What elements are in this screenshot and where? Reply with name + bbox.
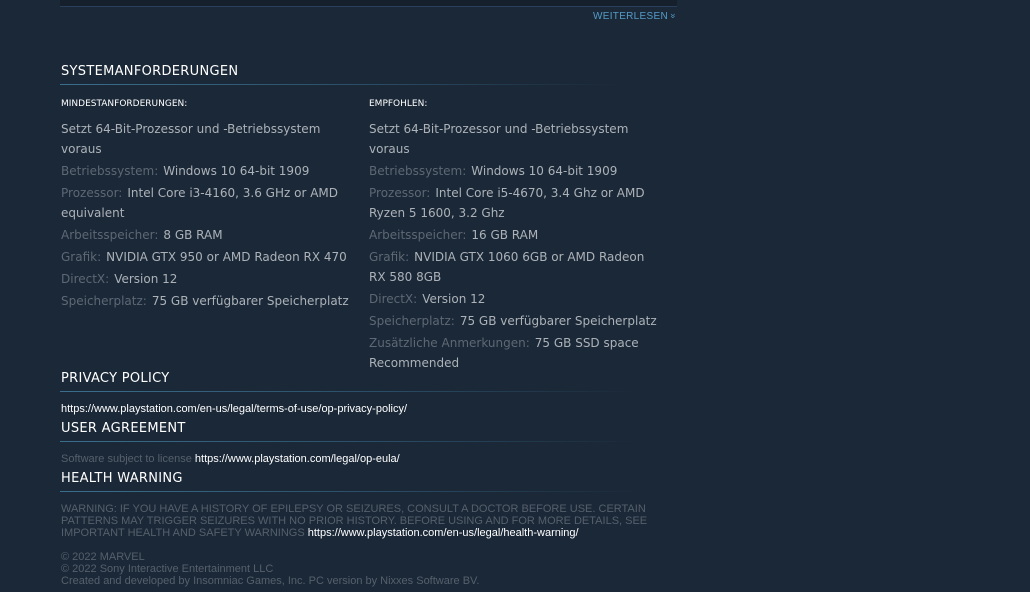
game-page-details: WEITERLESEN» SYSTEMANFORDERUNGEN MINDEST…	[0, 0, 1030, 592]
health-warning-line: WARNING: IF YOU HAVE A HISTORY OF EPILEP…	[61, 503, 646, 515]
recommended-directx-label: DirectX:	[369, 292, 418, 306]
recommended-graphics-label: Grafik:	[369, 250, 410, 264]
minimum-memory-row: Arbeitsspeicher: 8 GB RAM	[61, 225, 361, 245]
minimum-64bit-note: Setzt 64-Bit-Prozessor und -Betriebssyst…	[61, 119, 361, 159]
recommended-graphics-value: NVIDIA GTX 1060 6GB or AMD Radeon RX 580…	[369, 250, 645, 284]
minimum-storage-value: 75 GB verfügbarer Speicherplatz	[151, 294, 349, 308]
copyright-block: © 2022 MARVEL © 2022 Sony Interactive En…	[61, 551, 479, 587]
minimum-processor-row: Prozessor: Intel Core i3-4160, 3.6 GHz or…	[61, 183, 361, 223]
health-warning-text: WARNING: IF YOU HAVE A HISTORY OF EPILEP…	[61, 503, 647, 539]
minimum-requirements-column: MINDESTANFORDERUNGEN: Setzt 64-Bit-Proze…	[61, 99, 361, 313]
recommended-memory-label: Arbeitsspeicher:	[369, 228, 467, 242]
recommended-os-row: Betriebssystem: Windows 10 64-bit 1909	[369, 161, 664, 181]
minimum-graphics-value: NVIDIA GTX 950 or AMD Radeon RX 470	[106, 250, 347, 264]
minimum-directx-value: Version 12	[114, 272, 178, 286]
privacy-policy-text: https://www.playstation.com/en-us/legal/…	[61, 403, 407, 415]
system-requirements-title: SYSTEMANFORDERUNGEN	[61, 64, 239, 79]
recommended-memory-row: Arbeitsspeicher: 16 GB RAM	[369, 225, 664, 245]
health-warning-title: HEALTH WARNING	[61, 471, 183, 486]
minimum-directx-row: DirectX: Version 12	[61, 269, 361, 289]
health-warning-line: PATTERNS MAY TRIGGER SEIZURES WITH NO PR…	[61, 515, 648, 527]
user-agreement-rule	[60, 441, 640, 442]
minimum-graphics-row: Grafik: NVIDIA GTX 950 or AMD Radeon RX 4…	[61, 247, 361, 267]
copyright-line: © 2022 MARVEL	[61, 551, 145, 563]
description-area-bottom-edge	[60, 0, 677, 7]
copyright-line: Created and developed by Insomniac Games…	[61, 575, 480, 587]
double-chevron-down-icon: »	[668, 13, 679, 19]
recommended-storage-value: 75 GB verfügbarer Speicherplatz	[459, 314, 657, 328]
recommended-os-label: Betriebssystem:	[369, 164, 467, 178]
minimum-os-label: Betriebssystem:	[61, 164, 159, 178]
recommended-processor-label: Prozessor:	[369, 186, 431, 200]
minimum-os-row: Betriebssystem: Windows 10 64-bit 1909	[61, 161, 361, 181]
privacy-policy-title: PRIVACY POLICY	[61, 371, 170, 386]
recommended-graphics-row: Grafik: NVIDIA GTX 1060 6GB or AMD Radeon…	[369, 247, 664, 287]
read-more-link[interactable]: WEITERLESEN»	[593, 11, 679, 22]
privacy-policy-rule	[60, 391, 640, 392]
minimum-memory-value: 8 GB RAM	[163, 228, 223, 242]
health-warning-link[interactable]: https://www.playstation.com/en-us/legal/…	[308, 527, 579, 539]
health-warning-line-last: IMPORTANT HEALTH AND SAFETY WARNINGS htt…	[61, 527, 647, 539]
user-agreement-text: Software subject to license https://www.…	[61, 453, 400, 465]
privacy-policy-link[interactable]: https://www.playstation.com/en-us/legal/…	[61, 403, 407, 415]
minimum-os-value: Windows 10 64-bit 1909	[163, 164, 310, 178]
recommended-processor-row: Prozessor: Intel Core i5-4670, 3.4 Ghz or…	[369, 183, 664, 223]
recommended-memory-value: 16 GB RAM	[471, 228, 539, 242]
minimum-graphics-label: Grafik:	[61, 250, 102, 264]
health-warning-rule	[60, 491, 640, 492]
recommended-notes-row: Zusätzliche Anmerkungen: 75 GB SSD space …	[369, 333, 664, 373]
minimum-storage-row: Speicherplatz: 75 GB verfügbarer Speicher…	[61, 291, 361, 311]
user-agreement-title: USER AGREEMENT	[61, 421, 186, 436]
recommended-directx-row: DirectX: Version 12	[369, 289, 664, 309]
minimum-memory-label: Arbeitsspeicher:	[61, 228, 159, 242]
copyright-line: © 2022 Sony Interactive Entertainment LL…	[61, 563, 274, 575]
recommended-notes-label: Zusätzliche Anmerkungen:	[369, 336, 530, 350]
minimum-64bit-note-text: Setzt 64-Bit-Prozessor und -Betriebssyst…	[61, 122, 321, 156]
recommended-requirements-column: EMPFOHLEN: Setzt 64-Bit-Prozessor und -B…	[369, 99, 664, 375]
minimum-storage-label: Speicherplatz:	[61, 294, 147, 308]
read-more-label: WEITERLESEN	[593, 11, 668, 22]
recommended-requirements-heading: EMPFOHLEN:	[369, 99, 428, 109]
user-agreement-prefix: Software subject to license	[61, 453, 195, 465]
recommended-64bit-note-text: Setzt 64-Bit-Prozessor und -Betriebssyst…	[369, 122, 629, 156]
recommended-storage-label: Speicherplatz:	[369, 314, 455, 328]
recommended-64bit-note: Setzt 64-Bit-Prozessor und -Betriebssyst…	[369, 119, 664, 159]
system-requirements-rule	[60, 84, 620, 85]
minimum-directx-label: DirectX:	[61, 272, 110, 286]
minimum-requirements-heading: MINDESTANFORDERUNGEN:	[61, 99, 188, 109]
user-agreement-link[interactable]: https://www.playstation.com/legal/op-eul…	[195, 453, 400, 465]
recommended-storage-row: Speicherplatz: 75 GB verfügbarer Speicher…	[369, 311, 664, 331]
minimum-processor-label: Prozessor:	[61, 186, 123, 200]
recommended-directx-value: Version 12	[422, 292, 486, 306]
health-warning-line-text: IMPORTANT HEALTH AND SAFETY WARNINGS	[61, 527, 308, 539]
recommended-os-value: Windows 10 64-bit 1909	[471, 164, 618, 178]
